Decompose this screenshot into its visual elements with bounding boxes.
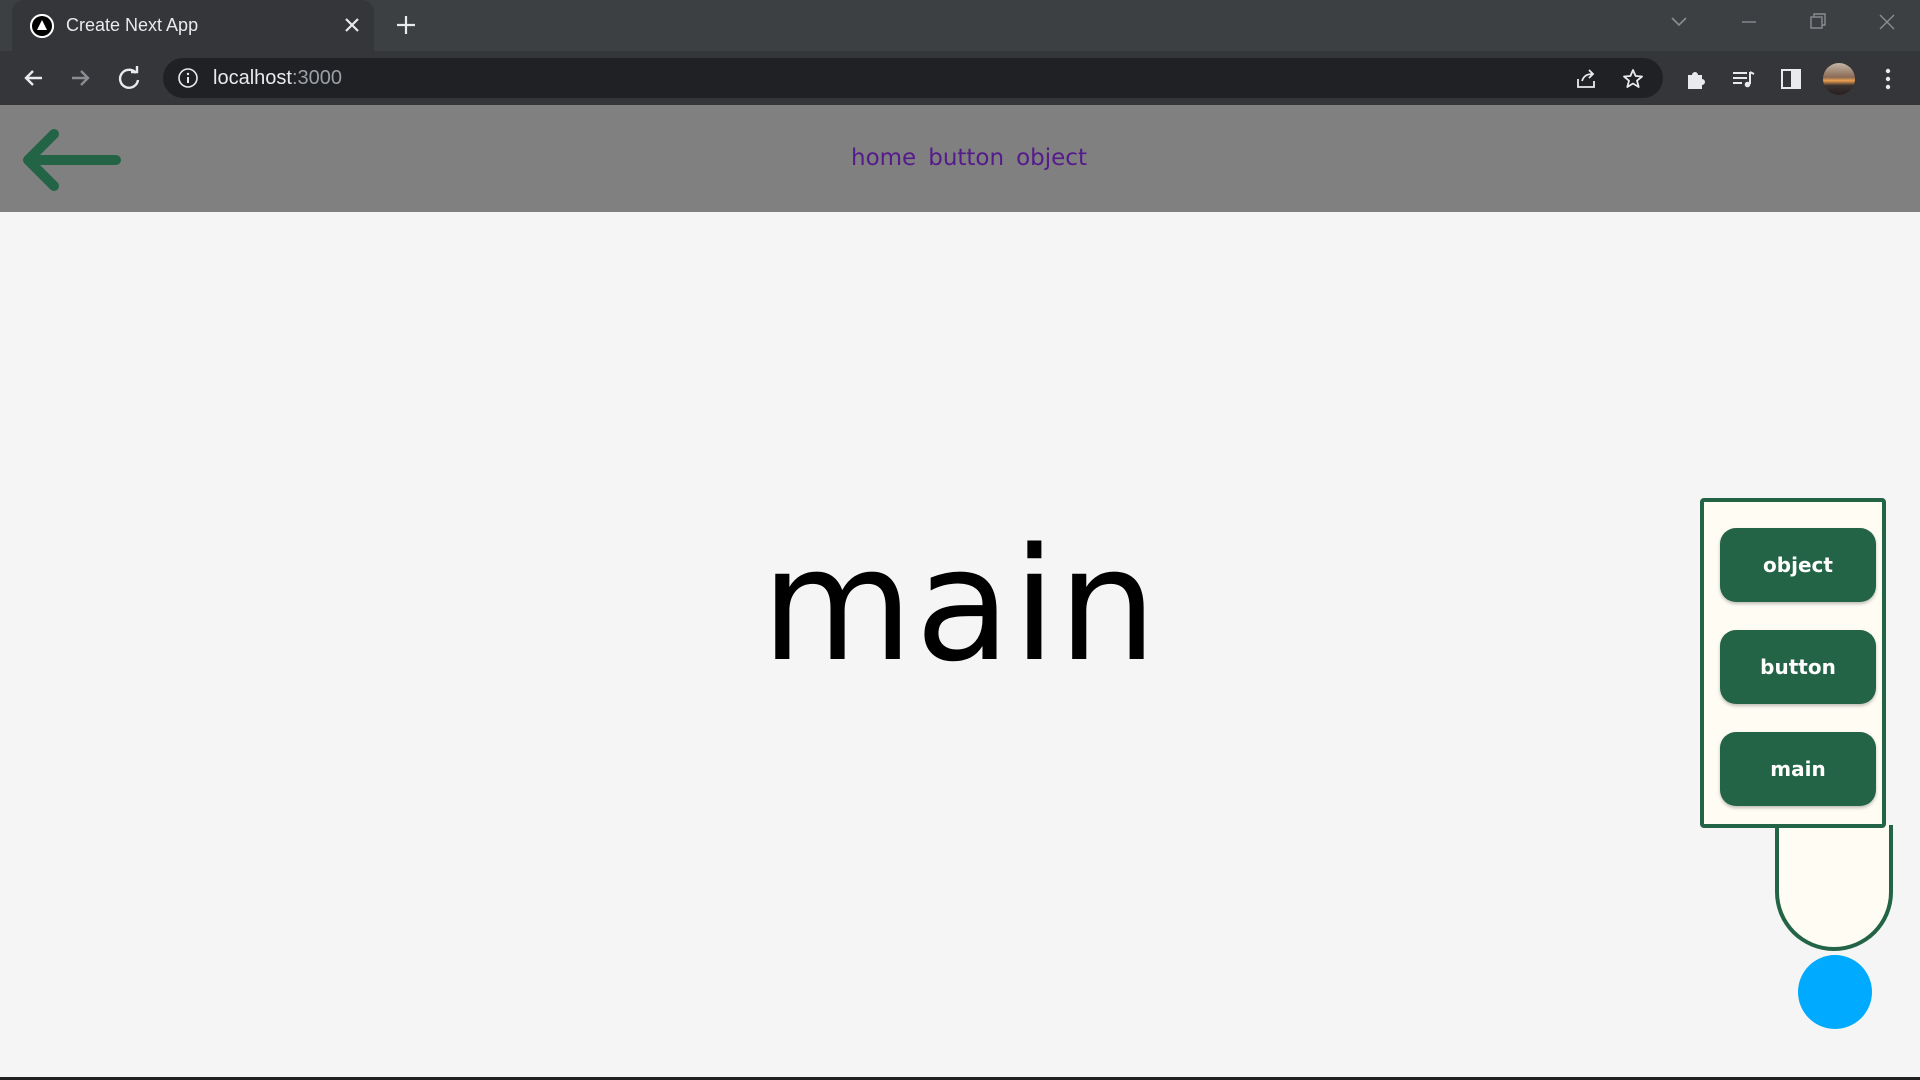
panel-button-main[interactable]: main bbox=[1720, 732, 1876, 806]
page-title: main bbox=[761, 514, 1159, 696]
forward-icon[interactable] bbox=[66, 63, 96, 93]
minimize-icon[interactable] bbox=[1734, 10, 1764, 34]
url-host: localhost bbox=[213, 67, 292, 89]
share-icon[interactable] bbox=[1574, 67, 1598, 91]
nav-link-button[interactable]: button bbox=[928, 145, 1004, 171]
back-icon[interactable] bbox=[18, 63, 48, 93]
close-icon[interactable] bbox=[340, 13, 364, 37]
window-close-icon[interactable] bbox=[1872, 10, 1902, 34]
restore-icon[interactable] bbox=[1802, 10, 1832, 34]
tab-search-chevron-icon[interactable] bbox=[1664, 10, 1694, 34]
url-text[interactable]: localhost:3000 bbox=[213, 67, 342, 90]
arrow-left-icon[interactable] bbox=[18, 127, 122, 193]
puzzle-icon[interactable] bbox=[1683, 66, 1709, 92]
panel-toggle-housing bbox=[1775, 825, 1893, 951]
info-icon[interactable] bbox=[177, 67, 199, 89]
browser-toolbar: localhost:3000 bbox=[0, 51, 1920, 105]
panel-button-object[interactable]: object bbox=[1720, 528, 1876, 602]
reload-icon[interactable] bbox=[114, 63, 144, 93]
browser-tab-bar: Create Next App bbox=[0, 0, 1920, 51]
kebab-menu-icon[interactable] bbox=[1875, 66, 1901, 92]
url-port: :3000 bbox=[291, 67, 342, 89]
nextjs-favicon-icon bbox=[30, 14, 54, 38]
avatar[interactable] bbox=[1823, 63, 1855, 95]
top-nav: home button object bbox=[851, 145, 1099, 171]
panel-toggle-button[interactable] bbox=[1798, 955, 1872, 1029]
floating-nav-panel: object button main bbox=[1700, 498, 1886, 828]
app-header: home button object bbox=[0, 105, 1920, 212]
sidepanel-icon[interactable] bbox=[1778, 66, 1804, 92]
panel-button-button[interactable]: button bbox=[1720, 630, 1876, 704]
page-viewport: home button object main bbox=[0, 105, 1920, 1080]
star-icon[interactable] bbox=[1621, 67, 1645, 91]
plus-icon[interactable] bbox=[393, 12, 419, 38]
media-icon[interactable] bbox=[1730, 66, 1756, 92]
tab-title: Create Next App bbox=[66, 15, 199, 35]
nav-link-object[interactable]: object bbox=[1016, 145, 1087, 171]
browser-tab[interactable]: Create Next App bbox=[12, 0, 374, 51]
nav-link-home[interactable]: home bbox=[851, 145, 916, 171]
address-bar[interactable]: localhost:3000 bbox=[163, 58, 1663, 98]
